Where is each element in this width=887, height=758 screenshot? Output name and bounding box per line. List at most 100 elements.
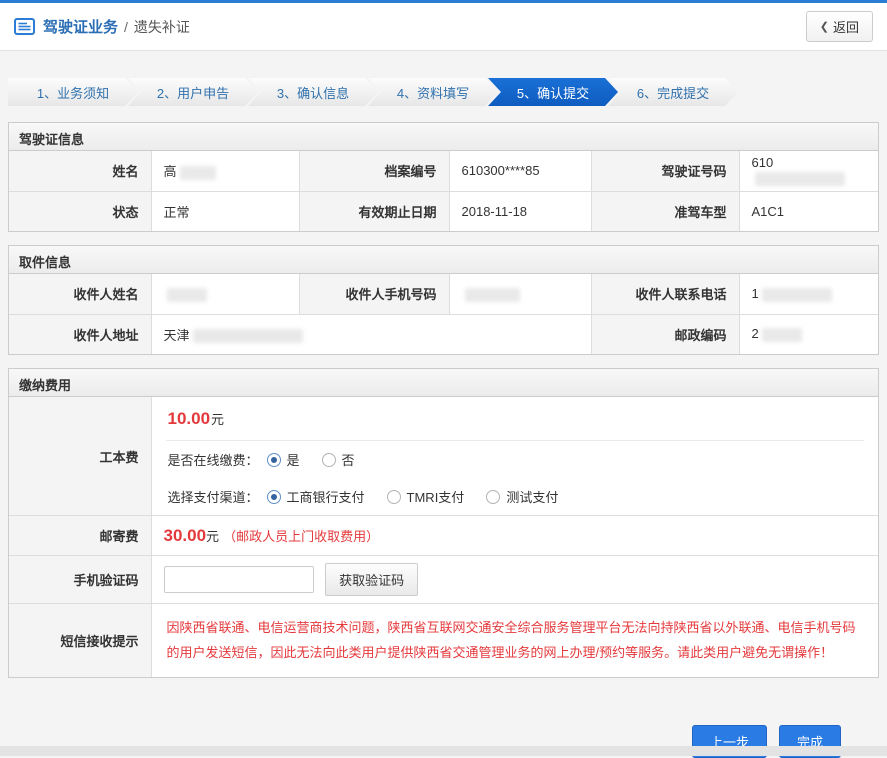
recipient-name-label: 收件人姓名: [9, 274, 151, 314]
pickup-info-table: 收件人姓名 收件人手机号码 收件人联系电话 1 收件人地址 天津 邮政编码 2: [9, 274, 878, 354]
step-progress-bar: 1、业务须知 2、用户申告 3、确认信息 4、资料填写 5、确认提交 6、完成提…: [8, 78, 879, 106]
radio-option-label: TMRI支付: [407, 487, 465, 506]
sms-code-input[interactable]: [164, 566, 314, 593]
radio-option-icbc[interactable]: 工商银行支付: [267, 487, 365, 506]
online-payment-label: 是否在线缴费：: [168, 450, 259, 469]
production-fee-cell: 10.00元 是否在线缴费： 是 否 选择支付渠道：: [151, 397, 878, 516]
page-title: 驾驶证业务: [43, 16, 118, 37]
license-info-section: 驾驶证信息 姓名 高 档案编号 610300****85 驾驶证号码 610 状…: [8, 122, 879, 232]
step-tab-2[interactable]: 2、用户申告: [128, 78, 258, 106]
production-fee-label: 工本费: [9, 397, 151, 516]
step-tab-5[interactable]: 5、确认提交: [488, 78, 618, 106]
fee-section: 缴纳费用 工本费 10.00元 是否在线缴费： 是 否: [8, 368, 879, 678]
name-value: 高: [151, 151, 299, 191]
table-row: 收件人姓名 收件人手机号码 收件人联系电话 1: [9, 274, 878, 314]
redacted-blur: [193, 329, 303, 343]
payment-channel-row: 选择支付渠道： 工商银行支付 TMRI支付 测试支付: [166, 478, 865, 515]
back-button[interactable]: ❮ 返回: [806, 11, 873, 42]
radio-icon: [267, 453, 281, 467]
recipient-mobile-label: 收件人手机号码: [299, 274, 449, 314]
table-row: 状态 正常 有效期止日期 2018-11-18 准驾车型 A1C1: [9, 191, 878, 231]
sms-notice-cell: 因陕西省联通、电信运营商技术问题，陕西省互联网交通安全综合服务管理平台无法向持陕…: [151, 604, 878, 678]
radio-option-label: 工商银行支付: [287, 487, 365, 506]
back-chevron-icon: ❮: [820, 20, 829, 33]
file-number-value: 610300****85: [449, 151, 591, 191]
redacted-blur: [755, 172, 845, 186]
sms-notice-label: 短信接收提示: [9, 604, 151, 678]
recipient-mobile-value: [449, 274, 591, 314]
back-button-label: 返回: [833, 17, 859, 36]
file-number-label: 档案编号: [299, 151, 449, 191]
page-header: 驾驶证业务 / 遗失补证 ❮ 返回: [0, 3, 887, 51]
table-row: 手机验证码 获取验证码: [9, 556, 878, 604]
recipient-phone-label: 收件人联系电话: [591, 274, 739, 314]
vehicle-class-label: 准驾车型: [591, 191, 739, 231]
postcode-value: 2: [739, 314, 878, 354]
mail-fee-unit: 元: [206, 529, 219, 544]
step-tab-1[interactable]: 1、业务须知: [8, 78, 138, 106]
expiry-value: 2018-11-18: [449, 191, 591, 231]
name-label: 姓名: [9, 151, 151, 191]
radio-icon: [486, 490, 500, 504]
step-tab-6[interactable]: 6、完成提交: [608, 78, 738, 106]
radio-option-no[interactable]: 否: [322, 450, 355, 469]
step-tab-4[interactable]: 4、资料填写: [368, 78, 498, 106]
license-number-label: 驾驶证号码: [591, 151, 739, 191]
production-fee-amount: 10.00元: [166, 397, 865, 441]
breadcrumb-current: 遗失补证: [134, 17, 190, 37]
mail-fee-label: 邮寄费: [9, 516, 151, 556]
pickup-info-section: 取件信息 收件人姓名 收件人手机号码 收件人联系电话 1 收件人地址 天津 邮政…: [8, 245, 879, 355]
vehicle-class-value: A1C1: [739, 191, 878, 231]
postcode-label: 邮政编码: [591, 314, 739, 354]
expiry-label: 有效期止日期: [299, 191, 449, 231]
get-sms-code-button[interactable]: 获取验证码: [325, 563, 418, 596]
radio-option-label: 测试支付: [506, 487, 558, 506]
table-row: 工本费 10.00元 是否在线缴费： 是 否 选: [9, 397, 878, 516]
license-business-icon: [14, 18, 35, 35]
redacted-blur: [180, 166, 216, 180]
table-row: 短信接收提示 因陕西省联通、电信运营商技术问题，陕西省互联网交通安全综合服务管理…: [9, 604, 878, 678]
production-fee-unit: 元: [211, 412, 224, 427]
radio-option-test[interactable]: 测试支付: [486, 487, 558, 506]
license-info-table: 姓名 高 档案编号 610300****85 驾驶证号码 610 状态 正常 有…: [9, 151, 878, 231]
recipient-phone-text: 1: [752, 286, 759, 301]
footer-strip: [0, 746, 887, 756]
table-row: 邮寄费 30.00元 （邮政人员上门收取费用）: [9, 516, 878, 556]
sms-code-label: 手机验证码: [9, 556, 151, 604]
pickup-section-title: 取件信息: [9, 246, 878, 274]
radio-option-label: 是: [287, 450, 300, 469]
license-number-value: 610: [739, 151, 878, 191]
payment-channel-label: 选择支付渠道：: [168, 487, 259, 506]
mail-fee-cell: 30.00元 （邮政人员上门收取费用）: [151, 516, 878, 556]
fee-table: 工本费 10.00元 是否在线缴费： 是 否 选: [9, 397, 878, 677]
radio-icon: [387, 490, 401, 504]
radio-option-label: 否: [342, 450, 355, 469]
redacted-blur: [762, 328, 802, 342]
status-label: 状态: [9, 191, 151, 231]
production-fee-number: 10.00: [168, 409, 211, 428]
status-value: 正常: [151, 191, 299, 231]
mail-fee-note: （邮政人员上门收取费用）: [223, 529, 379, 544]
license-section-title: 驾驶证信息: [9, 123, 878, 151]
postcode-text: 2: [752, 326, 759, 341]
radio-icon: [322, 453, 336, 467]
radio-icon: [267, 490, 281, 504]
radio-option-tmri[interactable]: TMRI支付: [387, 487, 465, 506]
redacted-blur: [465, 288, 520, 302]
fee-section-title: 缴纳费用: [9, 369, 878, 397]
redacted-blur: [167, 288, 207, 302]
breadcrumb-divider: /: [124, 19, 128, 35]
recipient-address-label: 收件人地址: [9, 314, 151, 354]
table-row: 收件人地址 天津 邮政编码 2: [9, 314, 878, 354]
recipient-phone-value: 1: [739, 274, 878, 314]
online-payment-row: 是否在线缴费： 是 否: [166, 441, 865, 478]
redacted-blur: [762, 288, 832, 302]
license-number-text: 610: [752, 155, 774, 170]
sms-code-cell: 获取验证码: [151, 556, 878, 604]
step-tab-3[interactable]: 3、确认信息: [248, 78, 378, 106]
radio-option-yes[interactable]: 是: [267, 450, 300, 469]
sms-notice-text: 因陕西省联通、电信运营商技术问题，陕西省互联网交通安全综合服务管理平台无法向持陕…: [167, 616, 864, 665]
recipient-address-value: 天津: [151, 314, 591, 354]
name-value-text: 高: [164, 164, 177, 179]
mail-fee-number: 30.00: [164, 526, 207, 545]
